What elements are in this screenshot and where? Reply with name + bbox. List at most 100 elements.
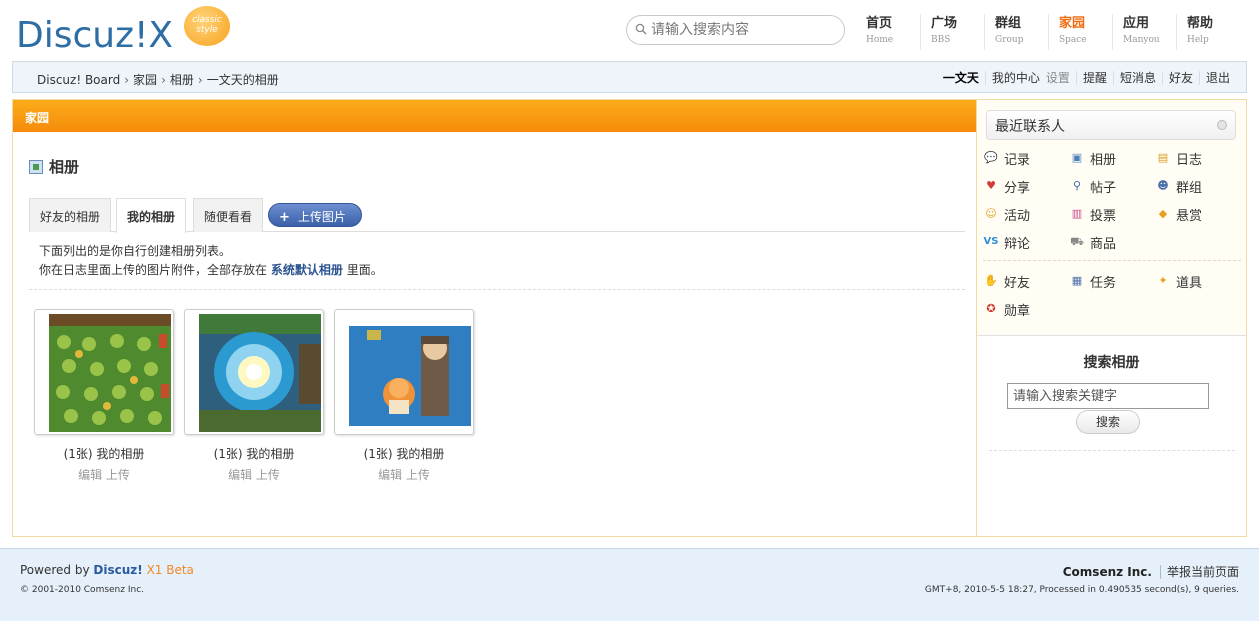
- app-grid: ✋ 好友 ▦ 任务 ✦ 道具 ✪ 勋章: [983, 267, 1241, 323]
- album-edit-link[interactable]: 编辑: [378, 468, 402, 482]
- my-center-link[interactable]: 我的中心: [984, 71, 1046, 85]
- app-magic[interactable]: ✦ 道具: [1155, 267, 1241, 295]
- album-upload-link[interactable]: 上传: [106, 468, 130, 482]
- album-thumbnail: [199, 314, 321, 432]
- app-task[interactable]: ▦ 任务: [1069, 267, 1155, 295]
- messages-link[interactable]: 短消息: [1112, 71, 1162, 85]
- breadcrumb-separator: ›: [124, 73, 130, 87]
- task-icon: ▦: [1071, 274, 1083, 287]
- nav-label: 帮助: [1187, 16, 1214, 31]
- app-group[interactable]: ☻ 群组: [1155, 172, 1241, 200]
- main-content: 家园 相册 好友的相册 我的相册 随便看看 + 上传图片 下面列出的是你自行创建相…: [12, 99, 976, 537]
- breadcrumb-bar: Discuz! Board › 家园 › 相册 › 一文天的相册 一文天 我的中心 设置 提…: [12, 61, 1247, 93]
- app-reward[interactable]: ◆ 悬赏: [1155, 200, 1241, 228]
- app-record[interactable]: 💬 记录: [983, 144, 1069, 172]
- app-thread[interactable]: ⚲ 帖子: [1069, 172, 1155, 200]
- app-label: 任务: [1090, 275, 1117, 291]
- nav-sublabel: Manyou: [1123, 35, 1160, 45]
- nav-label: 首页: [866, 16, 893, 31]
- logo-badge: classic style: [184, 6, 230, 46]
- upload-photo-button[interactable]: + 上传图片: [268, 203, 362, 227]
- powered-by: Powered by Discuz! X1 Beta: [20, 563, 194, 577]
- notebook-icon: ▤: [1157, 151, 1169, 164]
- album-search-button[interactable]: 搜索: [1076, 410, 1140, 434]
- remind-link[interactable]: 提醒: [1075, 71, 1113, 85]
- nav-sublabel: Group: [995, 35, 1024, 45]
- app-blog[interactable]: ▤ 日志: [1155, 144, 1241, 172]
- nav-label: 家园: [1059, 16, 1086, 31]
- app-label: 勋章: [1004, 303, 1031, 319]
- report-link[interactable]: 举报当前页面: [1167, 565, 1239, 579]
- logout-link[interactable]: 退出: [1198, 71, 1236, 85]
- app-album[interactable]: ▣ 相册: [1069, 144, 1155, 172]
- nav-space[interactable]: 家园 Space: [1048, 14, 1112, 50]
- app-activity[interactable]: ☺ 活动: [983, 200, 1069, 228]
- processing-info: GMT+8, 2010-5-5 18:27, Processed in 0.49…: [924, 585, 1239, 595]
- album-edit-link[interactable]: 编辑: [78, 468, 102, 482]
- album-card: (1张) 我的相册 编辑 上传: [334, 309, 474, 483]
- nav-home[interactable]: 首页 Home: [856, 14, 920, 50]
- app-label: 日志: [1176, 152, 1203, 168]
- app-label: 投票: [1090, 208, 1117, 224]
- settings-link[interactable]: 设置: [1040, 71, 1076, 85]
- note-line: 你在日志里面上传的图片附件，全部存放在 系统默认相册 里面。: [39, 261, 383, 280]
- nav-bbs[interactable]: 广场 BBS: [920, 14, 984, 50]
- toggle-icon[interactable]: [1217, 120, 1227, 130]
- album-edit-link[interactable]: 编辑: [228, 468, 252, 482]
- album-search-panel: 搜索相册 搜索: [977, 335, 1246, 536]
- album-cover[interactable]: [34, 309, 174, 435]
- header: Discuz!X classic style 首页 Home 广场 BBS 群组 Gr…: [0, 0, 1259, 60]
- app-label: 活动: [1004, 208, 1031, 224]
- app-share[interactable]: ♥ 分享: [983, 172, 1069, 200]
- tab-friends-albums[interactable]: 好友的相册: [29, 198, 112, 232]
- speech-bubble-icon: 💬: [984, 151, 998, 164]
- app-label: 辩论: [1004, 236, 1031, 252]
- nav-manyou[interactable]: 应用 Manyou: [1112, 14, 1176, 50]
- divider: [983, 260, 1241, 261]
- company-link[interactable]: Comsenz Inc.: [1062, 565, 1161, 579]
- app-label: 分享: [1004, 180, 1031, 196]
- nav-sublabel: Space: [1059, 35, 1087, 45]
- album-caption[interactable]: (1张) 我的相册: [34, 445, 174, 462]
- tab-my-albums[interactable]: 我的相册: [116, 198, 187, 233]
- username-link[interactable]: 一文天: [937, 71, 985, 85]
- app-label: 商品: [1090, 236, 1117, 252]
- gold-icon: ◆: [1158, 207, 1168, 220]
- app-friends[interactable]: ✋ 好友: [983, 267, 1069, 295]
- tab-browse[interactable]: 随便看看: [193, 198, 264, 232]
- breadcrumb: Discuz! Board › 家园 › 相册 › 一文天的相册: [37, 71, 279, 88]
- app-medal[interactable]: ✪ 勋章: [983, 295, 1069, 323]
- album-search-title: 搜索相册: [1083, 355, 1140, 371]
- nav-label: 群组: [995, 16, 1022, 31]
- note-text: 你在日志里面上传的图片附件，全部存放在: [39, 263, 268, 277]
- album-upload-link[interactable]: 上传: [256, 468, 280, 482]
- album-cover[interactable]: [334, 309, 474, 435]
- note-text: 里面。: [346, 263, 383, 277]
- page-title-text: 相册: [49, 158, 80, 176]
- nav-group[interactable]: 群组 Group: [984, 14, 1048, 50]
- album-cover[interactable]: [184, 309, 324, 435]
- app-poll[interactable]: ▥ 投票: [1069, 200, 1155, 228]
- breadcrumb-home[interactable]: Discuz! Board: [37, 73, 120, 87]
- app-debate[interactable]: VS 辩论: [983, 228, 1069, 256]
- recent-contacts-header[interactable]: 最近联系人: [986, 110, 1236, 140]
- footer-links: Comsenz Inc. 举报当前页面: [1062, 563, 1239, 580]
- powered-by-label: Powered by: [20, 563, 90, 577]
- album-upload-link[interactable]: 上传: [406, 468, 430, 482]
- app-goods[interactable]: ⛟ 商品: [1069, 228, 1155, 256]
- friends-link[interactable]: 好友: [1161, 71, 1199, 85]
- search-input[interactable]: [651, 20, 836, 40]
- nav-sublabel: Home: [866, 35, 894, 45]
- album-caption[interactable]: (1张) 我的相册: [184, 445, 324, 462]
- nav-help[interactable]: 帮助 Help: [1176, 14, 1240, 50]
- wand-icon: ✦: [1158, 274, 1168, 287]
- product-link[interactable]: Discuz!: [93, 563, 142, 577]
- default-album-link[interactable]: 系统默认相册: [271, 263, 343, 277]
- album-search-input[interactable]: [1007, 383, 1209, 409]
- magnifier-user-icon: ⚲: [1072, 179, 1082, 192]
- album-caption[interactable]: (1张) 我的相册: [334, 445, 474, 462]
- breadcrumb-album[interactable]: 相册: [170, 73, 194, 87]
- breadcrumb-space[interactable]: 家园: [133, 73, 157, 87]
- site-logo[interactable]: Discuz!X classic style: [14, 6, 234, 56]
- hearts-icon: ♥: [986, 179, 996, 192]
